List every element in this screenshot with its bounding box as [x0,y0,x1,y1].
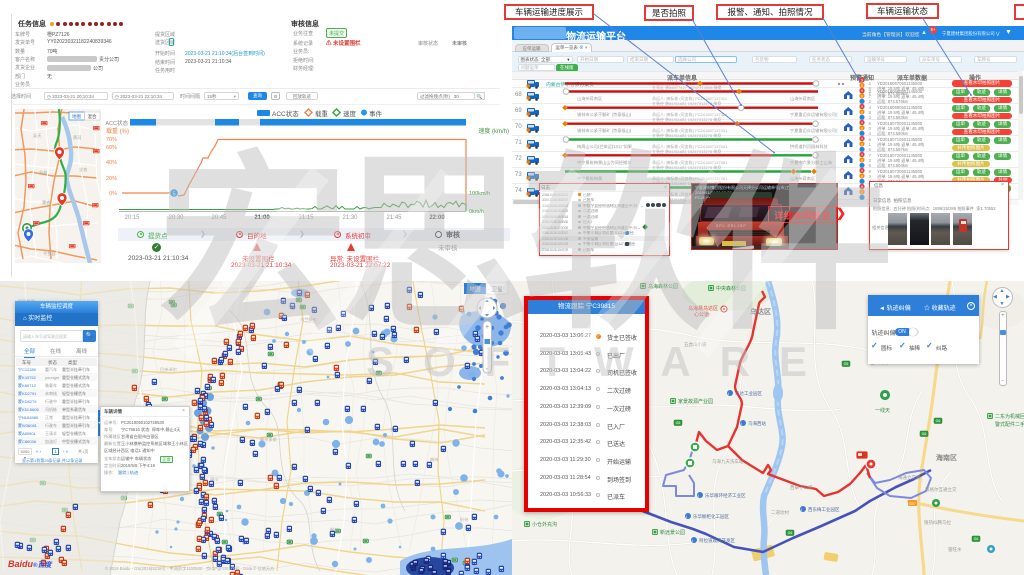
svg-text:G6: G6 [844,362,849,366]
svg-text:警式配件二手龙斗: 警式配件二手龙斗 [995,421,1024,428]
svg-text:i: i [801,507,802,512]
svg-text:全农: 全农 [79,166,88,173]
svg-text:混合: 混合 [88,113,97,120]
svg-text:海南区: 海南区 [936,453,957,462]
svg-text:G6: G6 [788,531,793,535]
svg-text:西卓子山道: 西卓子山道 [790,484,813,491]
svg-text:恩格尔互通立交: 恩格尔互通立交 [925,486,957,493]
svg-text:i: i [698,493,699,498]
svg-text:乌海九天洗车站: 乌海九天洗车站 [712,458,744,465]
svg-text:i: i [692,538,693,543]
svg-text:70%: 70% [106,137,117,143]
svg-text:地图: 地图 [72,113,81,120]
svg-text:G6: G6 [676,421,681,425]
svg-text:忻州: 忻州 [460,516,468,523]
svg-text:鄂尔多斯: 鄂尔多斯 [260,436,278,443]
svg-text:一线天: 一线天 [875,407,890,414]
svg-text:0%: 0% [109,191,117,197]
svg-text:20:15: 20:15 [124,215,140,221]
svg-text:蜜旺水: 蜜旺水 [948,546,962,553]
svg-text:ACC状态: ACC状态 [105,119,128,127]
svg-text:i: i [741,421,742,426]
svg-text:载重: 载重 [315,109,329,118]
svg-text:海通立交桥: 海通立交桥 [898,474,921,481]
svg-text:G07: G07 [909,502,916,506]
svg-text:乐华橱柜化工园区: 乐华橱柜化工园区 [693,513,729,520]
svg-text:i: i [686,514,687,519]
svg-text:G6: G6 [936,419,941,423]
svg-text:苏峪: 苏峪 [39,169,48,176]
svg-text:40%: 40% [106,160,117,166]
svg-text:乌海西站: 乌海西站 [748,420,766,427]
svg-text:载重 (%): 载重 (%) [106,127,129,135]
svg-text:二道坎村: 二道坎村 [771,509,789,516]
svg-text:新远景公园: 新远景公园 [660,529,685,536]
svg-text:巴彦淖尔: 巴彦淖尔 [160,366,177,373]
svg-text:小仓外充沟: 小仓外充沟 [532,521,557,528]
svg-text:乌达工业园区: 乌达工业园区 [735,390,762,397]
svg-text:西东梅工业园区: 西东梅工业园区 [808,506,840,513]
svg-text:速度 (km/h): 速度 (km/h) [478,127,509,135]
svg-text:黄河: 黄河 [73,134,82,141]
svg-text:i: i [728,391,729,396]
svg-text:二东为机械回收: 二东为机械回收 [995,413,1024,420]
svg-text:60%: 60% [106,145,117,151]
svg-text:事件: 事件 [369,109,383,118]
svg-text:G6: G6 [922,432,927,436]
svg-text:惠农: 惠农 [42,199,51,206]
svg-text:速度: 速度 [343,109,357,118]
svg-text:G6: G6 [974,537,979,541]
svg-text:银热似腾乌拉: 银热似腾乌拉 [924,519,951,526]
svg-text:家景故源产业园: 家景故源产业园 [678,398,713,405]
svg-text:乐华眼环经济工业区: 乐华眼环经济工业区 [705,492,746,499]
svg-text:阿拉道观济开发区: 阿拉道观济开发区 [699,537,735,544]
svg-text:20%: 20% [106,176,117,182]
svg-text:ACC状态: ACC状态 [272,109,299,118]
